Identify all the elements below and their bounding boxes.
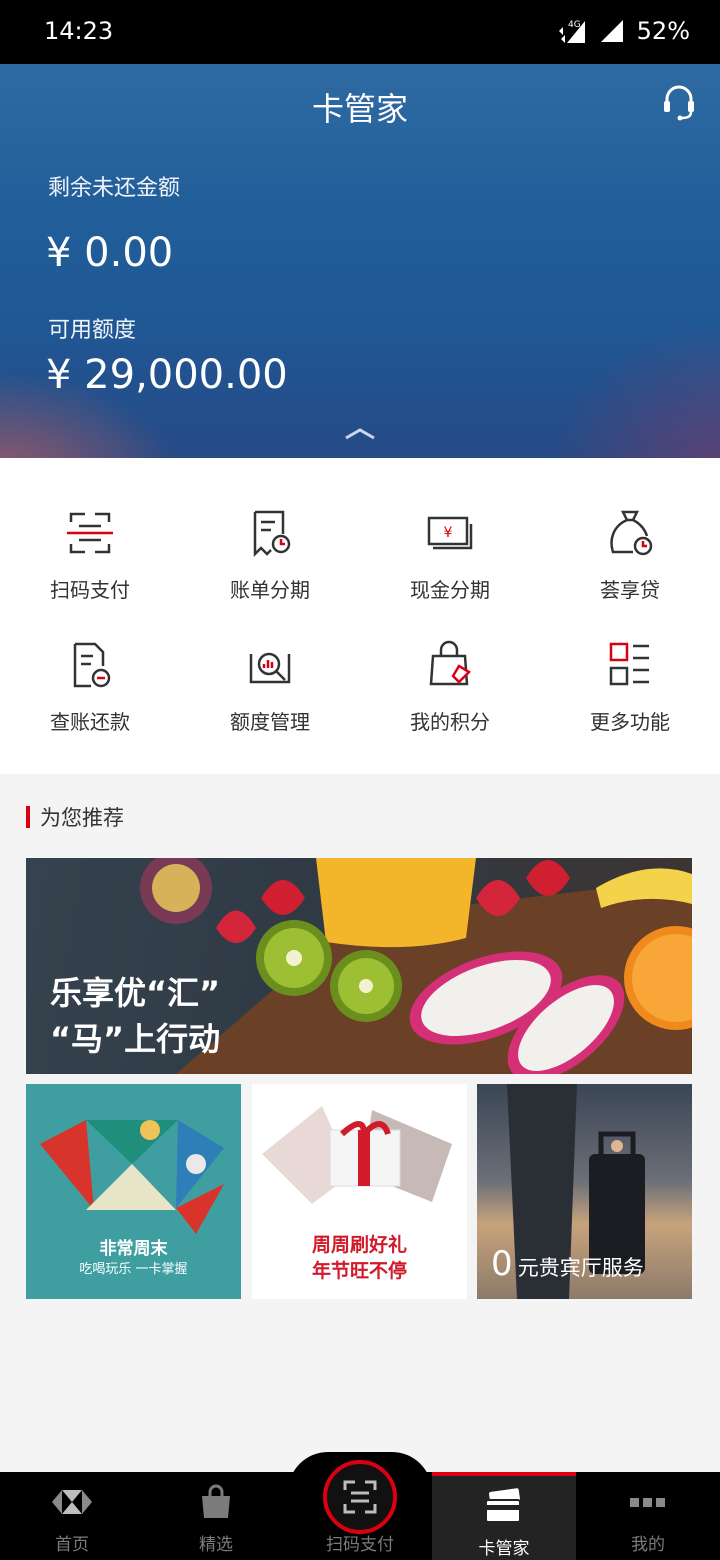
outstanding-amount-label: 剩余未还金额 (48, 176, 181, 201)
mobile-signal-icon: 4G (558, 20, 585, 43)
available-credit-value: ¥ 29,000.00 (46, 352, 288, 398)
status-bar: 14:23 4G 52% (0, 0, 720, 64)
function-label: 查账还款 (50, 710, 130, 734)
scan-pay-center-button[interactable] (323, 1460, 397, 1534)
svg-text:4G: 4G (568, 20, 581, 30)
tab-label: 首页 (55, 1535, 89, 1555)
tab-home[interactable]: 首页 (0, 1472, 144, 1560)
recommend-title: 为您推荐 (40, 806, 124, 830)
tile-vip-caption: 0 元贵宾厅服务 (491, 1244, 644, 1284)
function-label: 额度管理 (230, 710, 310, 734)
function-loan[interactable]: 荟享贷 (540, 506, 720, 626)
tab-card-manager[interactable]: 卡管家 (432, 1472, 576, 1560)
tab-label: 我的 (631, 1535, 665, 1555)
points-bag-icon (429, 640, 472, 686)
section-accent-bar (26, 806, 30, 828)
svg-text:¥: ¥ (444, 525, 453, 541)
tile-weekend-title: 非常周末 (99, 1239, 168, 1259)
more-dots-icon (630, 1498, 665, 1507)
battery-percentage: 52% (636, 17, 690, 45)
tab-mine[interactable]: 我的 (576, 1472, 720, 1560)
tile-gift-title: 周周刷好礼 (311, 1234, 407, 1256)
tile-vip-text: 元贵宾厅服务 (517, 1256, 644, 1280)
scan-pay-icon (67, 512, 113, 554)
status-indicators: 4G 52% (557, 17, 690, 45)
banner-headline-line2: “马”上行动 (50, 1020, 221, 1058)
tile-gift-subtitle: 年节旺不停 (311, 1260, 407, 1282)
function-label: 我的积分 (410, 710, 490, 734)
function-bill-installment[interactable]: 账单分期 (180, 506, 360, 626)
shopping-bag-icon (202, 1484, 230, 1518)
function-my-points[interactable]: 我的积分 (360, 638, 540, 758)
card-icon (485, 1488, 521, 1523)
scan-icon (343, 1480, 377, 1514)
hsbc-logo-icon (52, 1490, 92, 1514)
more-functions-icon (609, 642, 649, 686)
tab-featured[interactable]: 精选 (144, 1472, 288, 1560)
function-label: 现金分期 (410, 578, 490, 602)
loan-bag-icon (610, 510, 653, 556)
function-more[interactable]: 更多功能 (540, 638, 720, 758)
promo-tile-weekend[interactable]: 非常周末 吃喝玩乐 一卡掌握 (26, 1084, 241, 1299)
promo-banner-fruit[interactable]: 乐享优“汇” “马”上行动 (26, 858, 692, 1074)
banner-headline-line1: 乐享优“汇” (50, 974, 221, 1012)
function-cash-installment[interactable]: ¥ 现金分期 (360, 506, 540, 626)
outstanding-amount-value: ¥ 0.00 (46, 230, 174, 276)
page-title: 卡管家 (311, 90, 408, 128)
promo-tile-vip-lounge[interactable]: 0 元贵宾厅服务 (477, 1084, 692, 1299)
tab-label: 精选 (199, 1535, 233, 1555)
cash-installment-icon: ¥ (427, 516, 473, 550)
function-statement-repay[interactable]: 查账还款 (0, 638, 180, 758)
tile-weekend-subtitle: 吃喝玩乐 一卡掌握 (79, 1262, 188, 1277)
card-summary-header: 卡管家 剩余未还金额 ¥ 0.00 可用额度 ¥ 29,000.00 (0, 64, 720, 458)
bill-installment-icon (253, 510, 291, 558)
promo-tile-gift[interactable]: 周周刷好礼 年节旺不停 (252, 1084, 467, 1299)
customer-service-headset-icon[interactable] (662, 82, 696, 122)
recommend-section-header: 为您推荐 (26, 800, 124, 834)
function-label: 荟享贷 (600, 578, 660, 602)
statement-repay-icon (73, 642, 111, 688)
function-label: 账单分期 (230, 578, 310, 602)
signal-strength-icon (600, 20, 623, 42)
tile-vip-number: 0 (491, 1244, 513, 1284)
chevron-up-icon[interactable] (344, 424, 376, 442)
function-label: 扫码支付 (50, 578, 130, 602)
status-time: 14:23 (44, 17, 114, 45)
credit-limit-icon (249, 652, 291, 684)
function-scan-pay[interactable]: 扫码支付 (0, 506, 180, 626)
tab-label: 卡管家 (478, 1539, 530, 1559)
function-credit-limit[interactable]: 额度管理 (180, 638, 360, 758)
available-credit-label: 可用额度 (48, 318, 137, 343)
function-grid: 扫码支付 账单分期 ¥ 现金分期 荟享贷 查账还款 额度管理 我的积分 更多功能 (0, 458, 720, 774)
function-label: 更多功能 (590, 710, 670, 734)
